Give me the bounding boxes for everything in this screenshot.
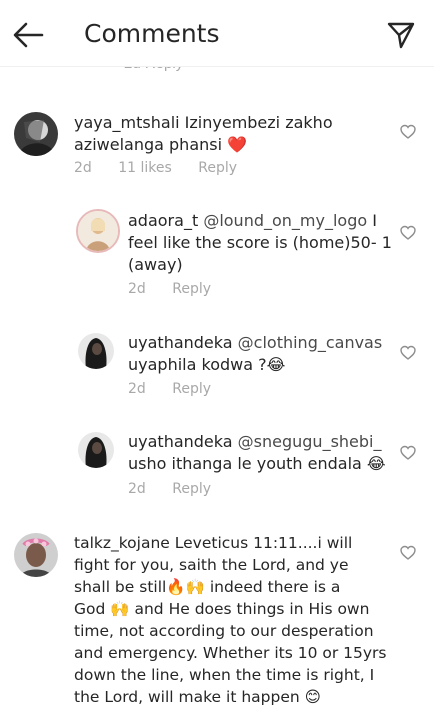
mention-link[interactable]: @clothing_canvas: [238, 333, 383, 352]
comment-line: time, not according to our desperation: [74, 622, 374, 640]
page-title: Comments: [84, 19, 220, 48]
reply-button[interactable]: Reply: [172, 481, 211, 497]
comment-username[interactable]: talkz_kojane: [74, 534, 170, 552]
direct-share-icon[interactable]: [386, 20, 416, 50]
comment-time: 2d: [74, 160, 92, 176]
comment-text: uyathandeka @clothing_canvas uyaphila ko…: [128, 332, 398, 376]
comment-line: fight for you, saith the Lord, and ye: [74, 556, 349, 574]
comment-line: God 🙌 and He does things in His own: [74, 600, 370, 618]
mention-link[interactable]: @lound_on_my_logo: [203, 211, 367, 230]
comment-line: down the line, when the time is right, I: [74, 666, 375, 684]
comment-time: 2d: [128, 481, 146, 497]
reply-button[interactable]: Reply: [172, 281, 211, 297]
avatar[interactable]: [78, 432, 114, 468]
comment-line: (away): [128, 255, 183, 274]
avatar[interactable]: [76, 209, 120, 253]
comment-meta: 2d Reply: [128, 281, 233, 297]
comment-time: 2d: [128, 381, 146, 397]
comment-line: I: [372, 211, 377, 230]
comment-username[interactable]: adaora_t: [128, 211, 198, 230]
like-heart-icon[interactable]: [400, 225, 416, 241]
comment-likes[interactable]: 11 likes: [118, 160, 172, 176]
reply-button[interactable]: Reply: [198, 160, 237, 176]
comment-line: uyaphila kodwa ?😂: [128, 355, 286, 374]
comment-line: feel like the score is (home)50- 1: [128, 233, 392, 252]
avatar[interactable]: [14, 112, 58, 156]
comment-username[interactable]: uyathandeka: [128, 333, 233, 352]
comment-text: talkz_kojane Leveticus 11:11....i will f…: [74, 532, 400, 708]
comment-text: uyathandeka @snegugu_shebi_ usho ithanga…: [128, 431, 418, 475]
comment-line: Leveticus 11:11....i will: [174, 534, 353, 552]
comment-line: and emergency. Whether its 10 or 15yrs: [74, 644, 387, 662]
comment-meta: 2d Reply: [128, 381, 233, 397]
mention-link[interactable]: @snegugu_shebi_: [238, 432, 382, 451]
comments-header: Comments: [0, 0, 434, 67]
back-arrow-icon[interactable]: [12, 20, 44, 50]
comment-line: usho ithanga le youth endala 😂: [128, 454, 386, 473]
comment-line: shall be still🔥🙌 indeed there is a: [74, 578, 341, 596]
like-heart-icon[interactable]: [400, 545, 416, 561]
avatar[interactable]: [78, 333, 114, 369]
comment-line: aziwelanga phansi ❤️: [74, 135, 248, 154]
comment-text: adaora_t @lound_on_my_logo I feel like t…: [128, 210, 398, 276]
comment-meta: 2d Reply: [128, 481, 233, 497]
comment-line: the Lord, will make it happen 😊: [74, 688, 321, 706]
comment-time: 2d: [128, 281, 146, 297]
avatar[interactable]: [14, 533, 58, 577]
like-heart-icon[interactable]: [400, 345, 416, 361]
comment-username[interactable]: uyathandeka: [128, 432, 233, 451]
comment-meta: 2d 11 likes Reply: [74, 160, 259, 176]
like-heart-icon[interactable]: [400, 445, 416, 461]
comment-line: Izinyembezi zakho: [184, 113, 333, 132]
comment-text: yaya_mtshali Izinyembezi zakho aziwelang…: [74, 112, 394, 156]
like-heart-icon[interactable]: [400, 124, 416, 140]
comment-username[interactable]: yaya_mtshali: [74, 113, 180, 132]
reply-button[interactable]: Reply: [172, 381, 211, 397]
